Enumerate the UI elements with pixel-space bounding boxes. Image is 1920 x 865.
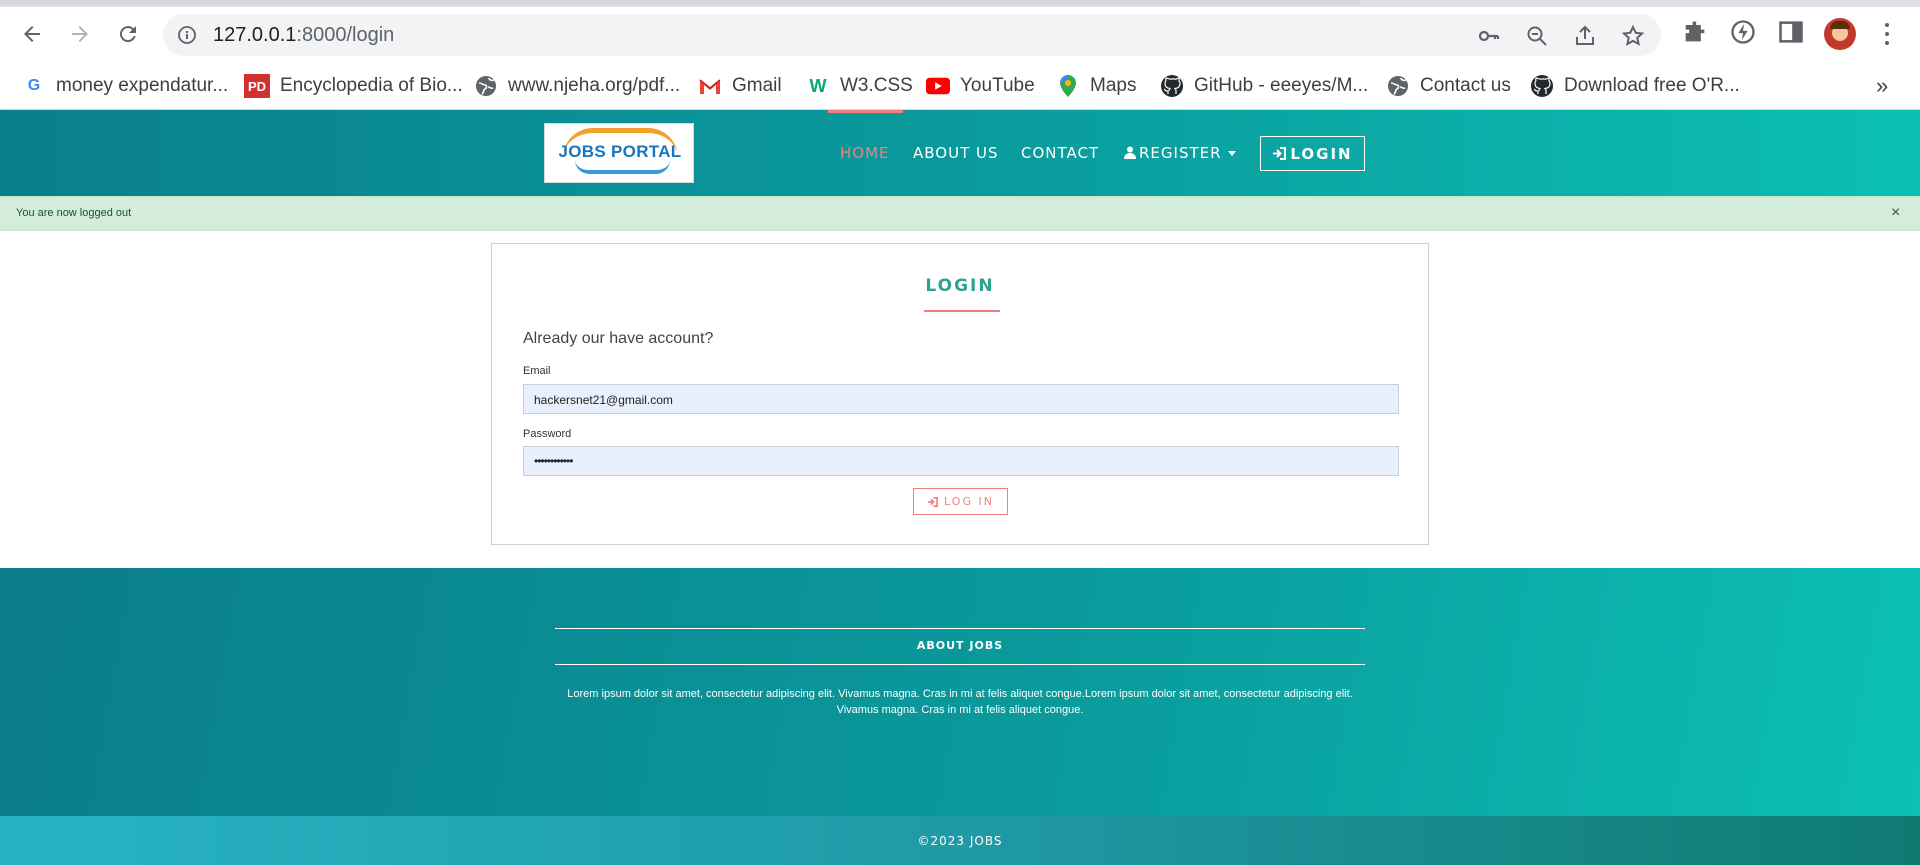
login-button-label: LOGIN <box>1290 144 1353 163</box>
bookmarks-bar: G money expendatur... PD Encyclopedia of… <box>0 62 1920 110</box>
bookmark-label: Maps <box>1090 75 1137 96</box>
bookmark-label: money expendatur... <box>56 75 229 96</box>
browser-menu-icon[interactable] <box>1877 21 1897 47</box>
site-header: JOBS PORTAL HOME ABOUT US CONTACT REGIST… <box>0 110 1920 196</box>
bookmark-label: GitHub - eeeyes/M... <box>1194 75 1369 96</box>
bookmark-item[interactable]: Gmail <box>698 70 782 102</box>
bookmark-item[interactable]: www.njeha.org/pdf... <box>474 70 680 102</box>
w3-icon: W <box>809 75 827 96</box>
site-footer: ABOUT JOBS Lorem ipsum dolor sit amet, c… <box>0 568 1920 816</box>
globe-icon <box>474 74 498 98</box>
zoom-out-icon[interactable] <box>1525 24 1549 48</box>
nav-about-us[interactable]: ABOUT US <box>913 144 999 162</box>
bookmark-item[interactable]: YouTube <box>926 70 1035 102</box>
bookmark-item[interactable]: Contact us <box>1386 70 1511 102</box>
url-text[interactable]: 127.0.0.1:8000/login <box>213 24 394 47</box>
nav-register-dropdown[interactable]: REGISTER <box>1124 144 1236 162</box>
chevron-down-icon <box>1227 151 1236 156</box>
footer-about-text: Lorem ipsum dolor sit amet, consectetur … <box>567 688 1353 716</box>
url-host: 127.0.0.1 <box>213 24 297 46</box>
more-bookmarks-icon[interactable]: » <box>1876 70 1888 102</box>
maps-icon <box>1056 74 1080 98</box>
bookmark-item[interactable]: Maps <box>1056 70 1136 102</box>
more-bookmarks-label: » <box>1876 73 1889 98</box>
log-in-button-label: LOG IN <box>944 495 994 508</box>
gmail-icon <box>698 74 722 98</box>
nav-home[interactable]: HOME <box>840 144 890 162</box>
reload-icon[interactable] <box>112 18 144 50</box>
email-label: Email <box>523 365 551 377</box>
share-icon[interactable] <box>1573 24 1597 48</box>
logout-alert: You are now logged out × <box>0 196 1920 231</box>
copyright-bar: ©2023 JOBS <box>0 816 1920 865</box>
github-icon <box>1530 74 1554 98</box>
performance-icon[interactable] <box>1729 18 1757 46</box>
log-in-button[interactable]: LOG IN <box>913 488 1008 515</box>
active-nav-indicator <box>828 110 903 113</box>
bookmark-item[interactable]: G money expendatur... <box>22 70 228 102</box>
forward-icon[interactable] <box>64 18 96 50</box>
sign-in-icon <box>1273 147 1287 160</box>
close-icon[interactable]: × <box>1891 204 1900 222</box>
bookmark-star-icon[interactable] <box>1621 24 1645 48</box>
footer-divider-bottom <box>555 664 1365 665</box>
password-label: Password <box>523 428 572 440</box>
footer-heading: ABOUT JOBS <box>916 639 1004 652</box>
bookmark-label: W3.CSS <box>840 75 913 96</box>
github-icon <box>1160 74 1184 98</box>
sign-in-icon <box>927 496 939 507</box>
login-card: LOGIN Already our have account? Email ha… <box>491 243 1429 545</box>
profile-avatar[interactable] <box>1824 18 1856 50</box>
url-path: :8000/login <box>296 24 395 46</box>
address-bar[interactable]: 127.0.0.1:8000/login <box>163 14 1661 56</box>
back-icon[interactable] <box>16 18 48 50</box>
bookmark-item[interactable]: PD Encyclopedia of Bio... <box>244 70 463 102</box>
bookmark-label: Gmail <box>732 75 782 96</box>
bookmark-label: YouTube <box>960 75 1035 96</box>
user-icon <box>1124 146 1136 159</box>
footer-divider-top <box>555 628 1365 629</box>
logo-text: JOBS PORTAL <box>558 142 682 161</box>
pd-icon: PD <box>244 74 270 98</box>
register-label: REGISTER <box>1139 144 1222 162</box>
copyright-text: ©2023 JOBS <box>917 834 1003 848</box>
title-underline <box>924 310 1000 312</box>
alert-message: You are now logged out <box>16 207 132 219</box>
tab-strip <box>0 0 1920 7</box>
bookmark-label: www.njeha.org/pdf... <box>508 75 681 96</box>
login-title: LOGIN <box>925 276 995 296</box>
bookmark-label: Contact us <box>1420 75 1511 96</box>
bookmark-label: Download free O'R... <box>1564 75 1740 96</box>
youtube-icon <box>926 74 950 98</box>
login-button[interactable]: LOGIN <box>1260 136 1365 171</box>
bookmark-item[interactable]: Download free O'R... <box>1530 70 1740 102</box>
bookmark-item[interactable]: W W3.CSS <box>806 70 913 102</box>
site-info-icon[interactable] <box>177 25 197 45</box>
bookmark-item[interactable]: GitHub - eeeyes/M... <box>1160 70 1368 102</box>
side-panel-icon[interactable] <box>1777 18 1805 46</box>
extensions-puzzle-icon[interactable] <box>1681 18 1709 46</box>
jobs-portal-logo[interactable]: JOBS PORTAL <box>544 123 694 183</box>
globe-icon <box>1386 74 1410 98</box>
key-icon[interactable] <box>1477 24 1501 48</box>
bookmark-label: Encyclopedia of Bio... <box>280 75 463 96</box>
login-subtitle: Already our have account? <box>523 330 714 347</box>
email-field[interactable]: hackersnet21@gmail.com <box>523 384 1399 414</box>
google-icon: G <box>27 77 41 94</box>
password-field[interactable]: •••••••••••• <box>523 446 1399 476</box>
browser-toolbar: 127.0.0.1:8000/login <box>0 7 1920 62</box>
nav-contact[interactable]: CONTACT <box>1021 144 1099 162</box>
